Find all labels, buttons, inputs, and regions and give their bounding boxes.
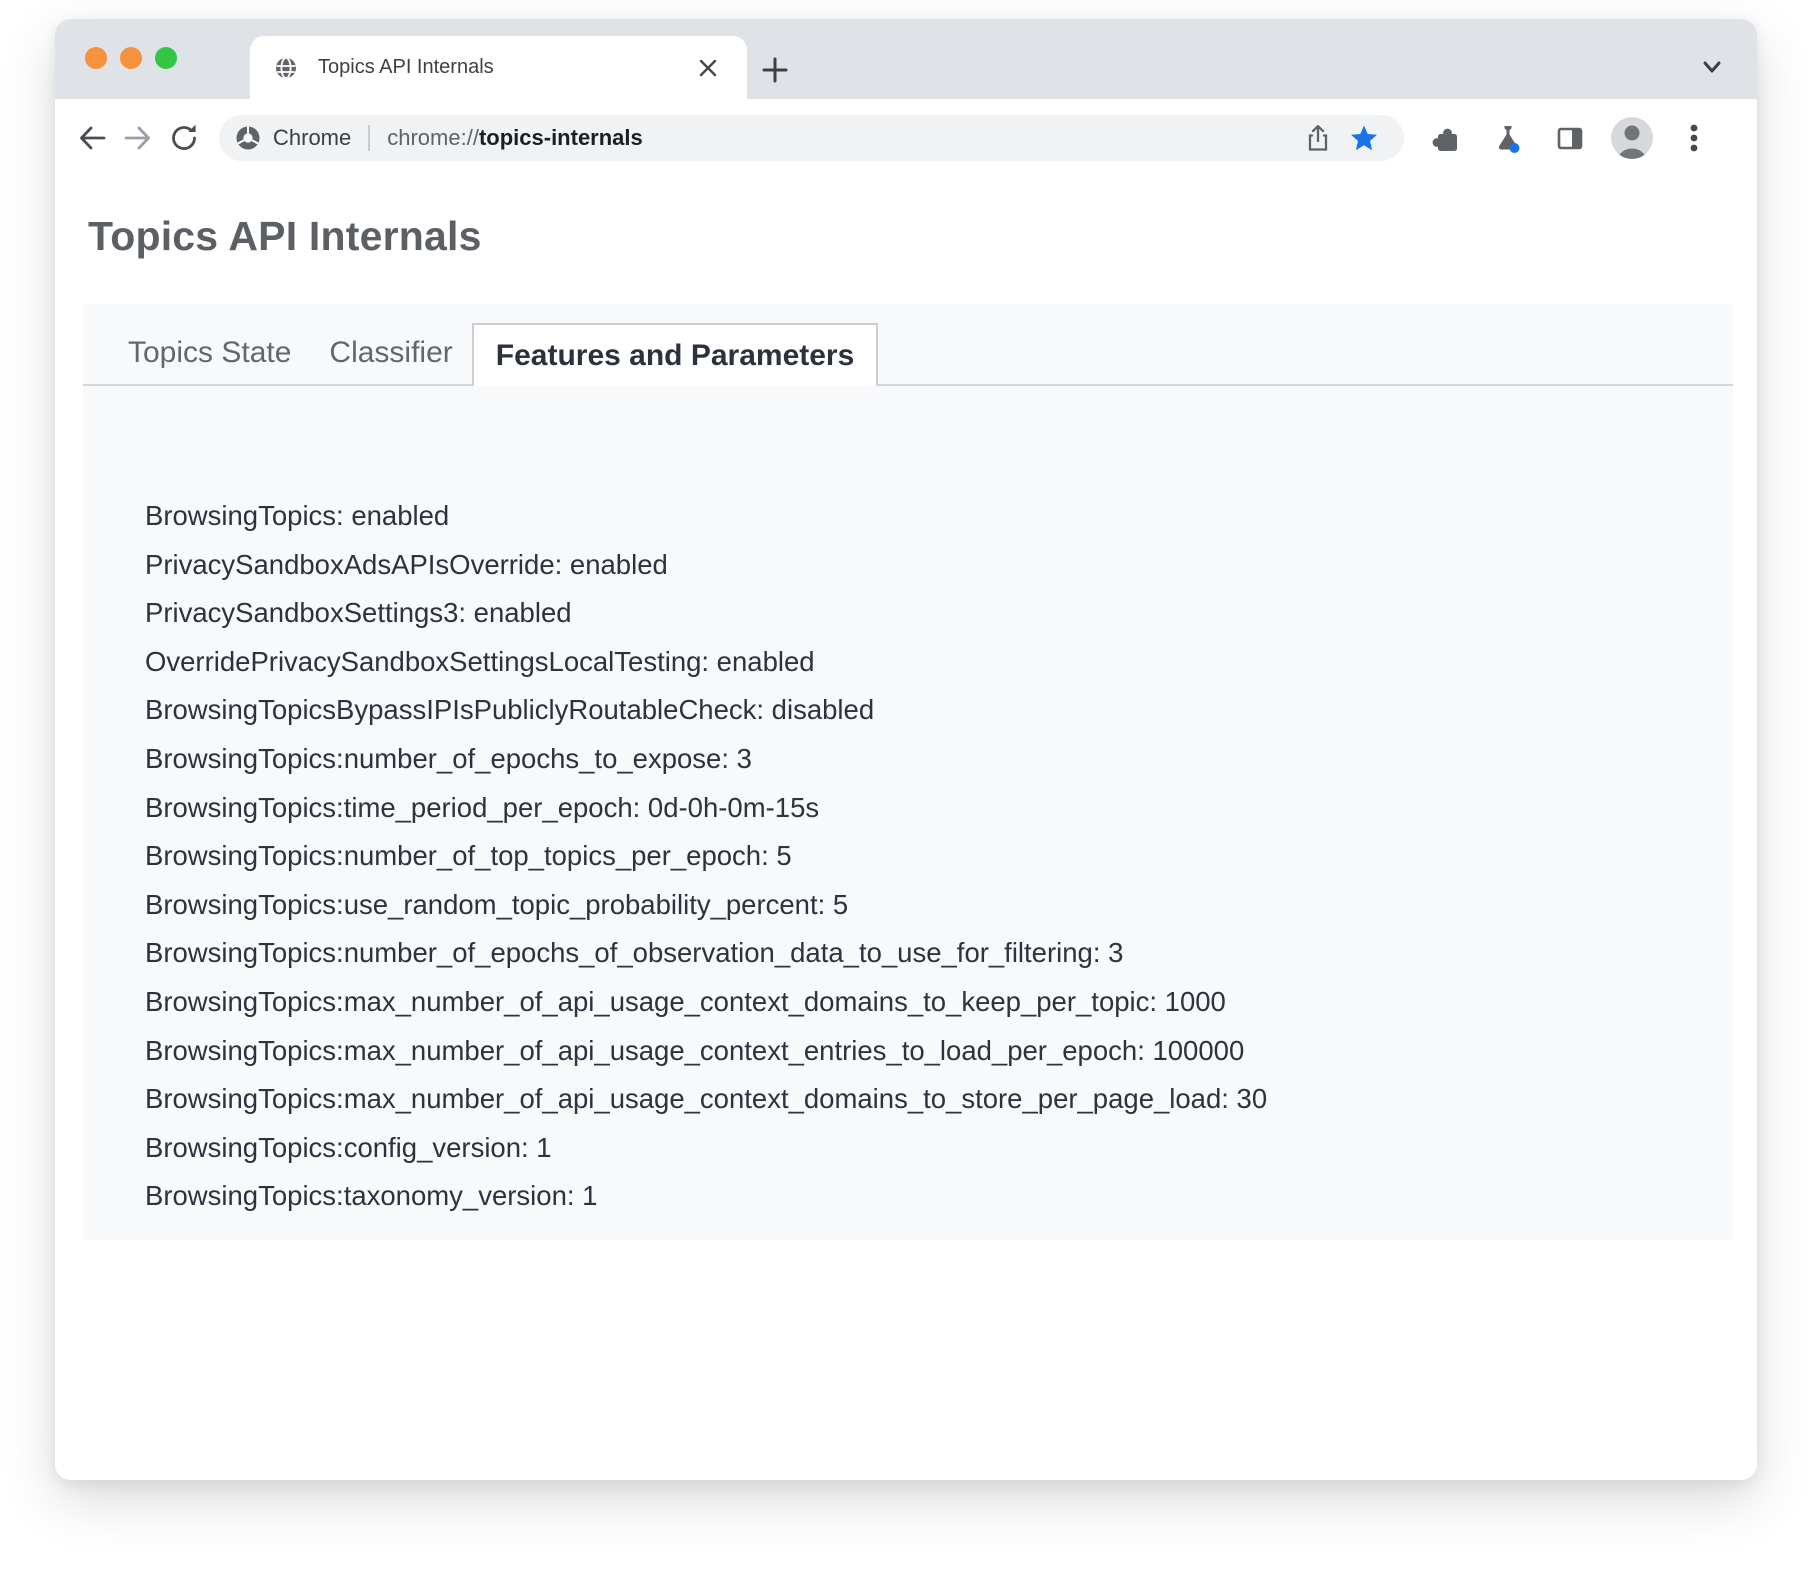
feature-row: BrowsingTopics:number_of_epochs_of_obser… <box>145 929 1703 978</box>
feature-row: BrowsingTopics:use_random_topic_probabil… <box>145 881 1703 930</box>
internals-tab-row: Topics State Classifier Features and Par… <box>83 304 1733 386</box>
tab-search-chevron-icon[interactable] <box>1697 52 1727 82</box>
url-text[interactable]: chrome://topics-internals <box>387 125 643 151</box>
extensions-puzzle-icon[interactable] <box>1422 114 1470 162</box>
search-engine-label: Chrome <box>273 125 351 151</box>
profile-avatar[interactable] <box>1608 114 1656 162</box>
feature-row: BrowsingTopics:max_number_of_api_usage_c… <box>145 1027 1703 1076</box>
feature-row: BrowsingTopics:taxonomy_version: 1 <box>145 1172 1703 1221</box>
side-panel-icon[interactable] <box>1546 114 1594 162</box>
feature-row: BrowsingTopicsBypassIPIsPubliclyRoutable… <box>145 686 1703 735</box>
page-content: Topics API Internals Topics State Classi… <box>55 213 1757 1480</box>
tab-topics-state[interactable]: Topics State <box>109 321 310 384</box>
tab-classifier[interactable]: Classifier <box>310 321 471 384</box>
tab-features-and-parameters[interactable]: Features and Parameters <box>472 323 879 386</box>
page-title: Topics API Internals <box>88 213 1757 260</box>
back-icon[interactable] <box>69 115 115 161</box>
feature-row: BrowsingTopics:number_of_epochs_to_expos… <box>145 735 1703 784</box>
feature-row: BrowsingTopics:max_number_of_api_usage_c… <box>145 978 1703 1027</box>
feature-row: OverridePrivacySandboxSettingsLocalTesti… <box>145 638 1703 687</box>
toolbar-action-icons <box>1422 114 1718 162</box>
omnibox-divider <box>368 125 370 151</box>
url-scheme: chrome:// <box>387 125 479 150</box>
window-controls <box>85 47 177 69</box>
reload-icon[interactable] <box>161 115 207 161</box>
close-tab-icon[interactable] <box>693 53 723 83</box>
window-zoom-button[interactable] <box>155 47 177 69</box>
forward-icon[interactable] <box>115 115 161 161</box>
tabbox-panel: Topics State Classifier Features and Par… <box>83 304 1733 1240</box>
feature-list: BrowsingTopics: enabledPrivacySandboxAds… <box>83 386 1733 1221</box>
window-minimize-button[interactable] <box>120 47 142 69</box>
feature-row: PrivacySandboxSettings3: enabled <box>145 589 1703 638</box>
chrome-logo-icon <box>235 125 261 151</box>
browser-toolbar: Chrome chrome://topics-internals <box>55 99 1757 177</box>
browser-window: Topics API Internals <box>55 19 1757 1480</box>
feature-row: BrowsingTopics:time_period_per_epoch: 0d… <box>145 784 1703 833</box>
feature-row: BrowsingTopics:config_version: 1 <box>145 1124 1703 1173</box>
feature-row: BrowsingTopics:number_of_top_topics_per_… <box>145 832 1703 881</box>
address-bar[interactable]: Chrome chrome://topics-internals <box>219 115 1404 161</box>
chrome-labs-flask-icon[interactable] <box>1484 114 1532 162</box>
window-close-button[interactable] <box>85 47 107 69</box>
bookmark-star-icon[interactable] <box>1344 118 1384 158</box>
url-host: topics-internals <box>479 125 643 150</box>
share-icon[interactable] <box>1298 118 1338 158</box>
new-tab-button[interactable] <box>759 54 791 86</box>
feature-row: BrowsingTopics: enabled <box>145 492 1703 541</box>
browser-tab-strip: Topics API Internals <box>55 19 1757 99</box>
feature-row: PrivacySandboxAdsAPIsOverride: enabled <box>145 541 1703 590</box>
browser-tab[interactable]: Topics API Internals <box>250 36 747 99</box>
browser-tab-title: Topics API Internals <box>318 56 693 79</box>
globe-favicon-icon <box>274 56 298 80</box>
menu-kebab-icon[interactable] <box>1670 114 1718 162</box>
feature-row: BrowsingTopics:max_number_of_api_usage_c… <box>145 1075 1703 1124</box>
